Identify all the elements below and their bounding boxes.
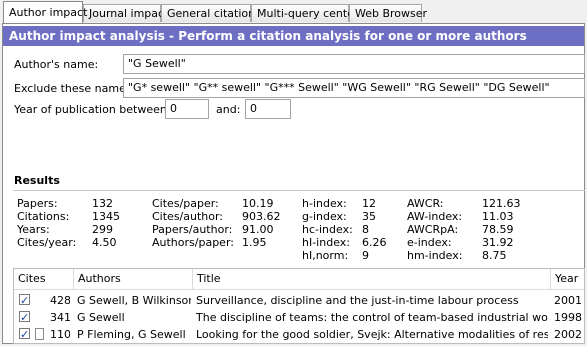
exclude-names-label: Exclude these names:: [14, 82, 136, 95]
tab-author-impact[interactable]: Author impact: [3, 1, 87, 23]
cites-cell: 428: [50, 294, 70, 307]
cites-cell: 341: [50, 311, 70, 324]
metric-value: 132: [92, 197, 113, 210]
metric-label: AW-index:: [407, 210, 463, 223]
results-table: Cites Authors Title Year 428 G Sewell, B…: [13, 268, 585, 344]
metric-label: Authors/paper:: [152, 236, 234, 249]
tab-bar: Author impact Journal impact General cit…: [0, 0, 587, 24]
metric-label: hc-index:: [302, 223, 353, 236]
metric-label: Years:: [17, 223, 50, 236]
title-cell: Surveillance, discipline and the just-in…: [196, 294, 519, 307]
header-divider: [14, 289, 584, 290]
metric-label: AWCRpA:: [407, 223, 459, 236]
tab-multi-query-center[interactable]: Multi-query center: [251, 4, 359, 22]
column-header-authors[interactable]: Authors: [74, 269, 193, 289]
title-cell: Looking for the good soldier, Svejk: Alt…: [196, 328, 548, 341]
year-range-label: Year of publication between:: [14, 103, 171, 116]
metric-value: 1.95: [242, 236, 267, 249]
row-checkbox[interactable]: [19, 326, 30, 343]
table-row[interactable]: 428 G Sewell, B Wilkinson Surveillance, …: [14, 292, 584, 309]
document-icon: [35, 328, 44, 340]
metric-value: 10.19: [242, 197, 274, 210]
metric-value: 11.03: [482, 210, 514, 223]
metric-value: 31.92: [482, 236, 514, 249]
column-header-cites[interactable]: Cites: [14, 269, 74, 289]
year-and-label: and:: [216, 103, 241, 116]
metric-label: h-index:: [302, 197, 347, 210]
column-header-year[interactable]: Year: [551, 269, 584, 289]
table-row[interactable]: 110 P Fleming, G Sewell Looking for the …: [14, 326, 584, 343]
metric-label: g-index:: [302, 210, 347, 223]
metric-label: Papers/author:: [152, 223, 233, 236]
cites-cell: 110: [50, 328, 70, 341]
tab-general-citations[interactable]: General citations: [161, 4, 261, 22]
metric-value: 8: [362, 223, 369, 236]
table-row[interactable]: 341 G Sewell The discipline of teams: th…: [14, 309, 584, 326]
author-name-label: Author's name:: [14, 58, 99, 71]
metric-value: 35: [362, 210, 376, 223]
results-box: Papers: Citations: Years: Cites/year: 13…: [13, 190, 585, 265]
metric-label: hI-index:: [302, 236, 350, 249]
metric-label: hI,norm:: [302, 249, 349, 262]
page-title: Author impact analysis - Perform a citat…: [3, 26, 584, 46]
year-from-input[interactable]: 0: [165, 99, 209, 119]
metric-label: Cites/author:: [152, 210, 224, 223]
metric-value: 299: [92, 223, 113, 236]
metric-value: 6.26: [362, 236, 387, 249]
exclude-names-input[interactable]: "G* sewell" "G** sewell" "G*** Sewell" "…: [123, 78, 585, 98]
metric-value: 8.75: [482, 249, 507, 262]
metric-value: 12: [362, 197, 376, 210]
metric-value: 4.50: [92, 236, 117, 249]
metric-label: e-index:: [407, 236, 452, 249]
metric-value: 9: [362, 249, 369, 262]
metric-label: Cites/year:: [17, 236, 77, 249]
tab-journal-impact[interactable]: Journal impact: [83, 4, 168, 22]
metric-value: 78.59: [482, 223, 514, 236]
results-title: Results: [14, 174, 60, 187]
metric-value: 903.62: [242, 210, 281, 223]
metric-label: AWCR:: [407, 197, 444, 210]
metric-value: 91.00: [242, 223, 274, 236]
authors-cell: G Sewell, B Wilkinson: [77, 294, 191, 307]
authors-cell: G Sewell: [77, 311, 125, 324]
year-cell: 1998: [554, 311, 582, 324]
row-checkbox[interactable]: [19, 292, 30, 309]
title-cell: The discipline of teams: the control of …: [196, 311, 548, 324]
metric-value: 121.63: [482, 197, 521, 210]
tab-web-browser[interactable]: Web Browser: [349, 4, 427, 22]
metric-label: Papers:: [17, 197, 58, 210]
author-name-input[interactable]: "G Sewell": [123, 54, 585, 74]
metric-value: 1345: [92, 210, 120, 223]
metric-label: Citations:: [17, 210, 70, 223]
authors-cell: P Fleming, G Sewell: [77, 328, 186, 341]
row-checkbox[interactable]: [19, 309, 30, 326]
year-to-input[interactable]: 0: [245, 99, 291, 119]
metric-label: Cites/paper:: [152, 197, 219, 210]
metric-label: hm-index:: [407, 249, 463, 262]
year-cell: 2001: [554, 294, 582, 307]
column-header-title[interactable]: Title: [193, 269, 551, 289]
year-cell: 2002: [554, 328, 582, 341]
